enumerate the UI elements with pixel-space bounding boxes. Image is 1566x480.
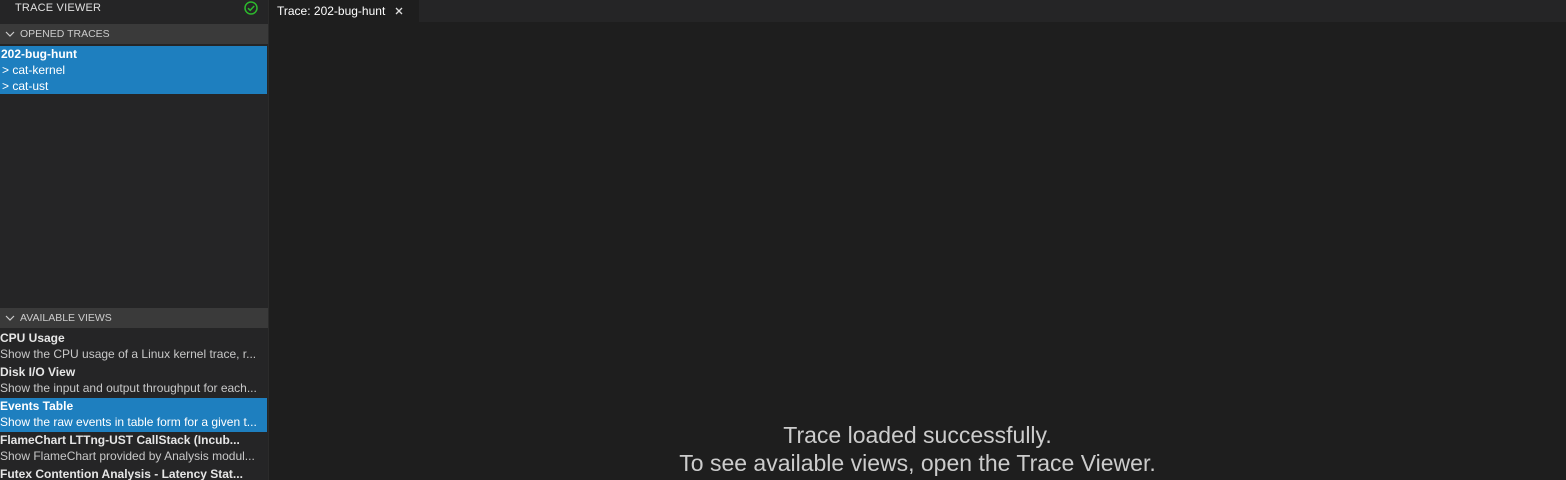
editor-area: Trace loaded successfully. To see availa… xyxy=(269,22,1566,480)
opened-traces-header[interactable]: OPENED TRACES xyxy=(0,24,268,44)
available-views-list: CPU Usage Show the CPU usage of a Linux … xyxy=(0,330,267,480)
view-title: Events Table xyxy=(0,399,74,413)
view-title: CPU Usage xyxy=(0,331,65,345)
chevron-down-icon xyxy=(4,312,16,324)
view-item-flamechart-ust[interactable]: FlameChart LTTng-UST CallStack (Incub...… xyxy=(0,432,267,466)
view-item-events-table[interactable]: Events Table Show the raw events in tabl… xyxy=(0,398,267,432)
message-line-1: Trace loaded successfully. xyxy=(783,422,1052,448)
view-description: Show the CPU usage of a Linux kernel tra… xyxy=(0,347,257,361)
sidebar: TRACE VIEWER OPENED TRACES 202-bug-hunt … xyxy=(0,0,269,480)
view-title: FlameChart LTTng-UST CallStack (Incub... xyxy=(0,433,240,447)
tab-label: Trace: 202-bug-hunt xyxy=(277,4,386,18)
view-item-disk-io[interactable]: Disk I/O View Show the input and output … xyxy=(0,364,267,398)
trace-item-202-bug-hunt[interactable]: 202-bug-hunt xyxy=(0,46,267,62)
view-title: Futex Contention Analysis - Latency Stat… xyxy=(0,467,243,480)
view-item-futex-contention[interactable]: Futex Contention Analysis - Latency Stat… xyxy=(0,466,267,480)
view-title: Disk I/O View xyxy=(0,365,76,379)
opened-traces-list: 202-bug-hunt > cat-kernel > cat-ust xyxy=(0,46,267,94)
message-line-2: To see available views, open the Trace V… xyxy=(679,450,1156,476)
view-description: Show the input and output throughput for… xyxy=(0,381,257,395)
tab-trace-202-bug-hunt[interactable]: Trace: 202-bug-hunt xyxy=(269,0,419,22)
check-circle-icon xyxy=(244,1,258,15)
close-icon[interactable] xyxy=(393,5,405,17)
available-views-header[interactable]: AVAILABLE VIEWS xyxy=(0,308,268,328)
available-views-label: AVAILABLE VIEWS xyxy=(20,312,112,324)
opened-traces-label: OPENED TRACES xyxy=(20,28,110,40)
sidebar-header: TRACE VIEWER xyxy=(0,0,268,16)
view-item-cpu-usage[interactable]: CPU Usage Show the CPU usage of a Linux … xyxy=(0,330,267,364)
trace-loaded-message: Trace loaded successfully. To see availa… xyxy=(269,421,1566,477)
trace-item-cat-ust[interactable]: > cat-ust xyxy=(0,78,267,94)
chevron-down-icon xyxy=(4,28,16,40)
trace-item-cat-kernel[interactable]: > cat-kernel xyxy=(0,62,267,78)
editor-tab-bar: Trace: 202-bug-hunt xyxy=(269,0,1566,22)
sidebar-title: TRACE VIEWER xyxy=(15,2,102,14)
view-description: Show the raw events in table form for a … xyxy=(0,415,257,429)
view-description: Show FlameChart provided by Analysis mod… xyxy=(0,449,255,463)
